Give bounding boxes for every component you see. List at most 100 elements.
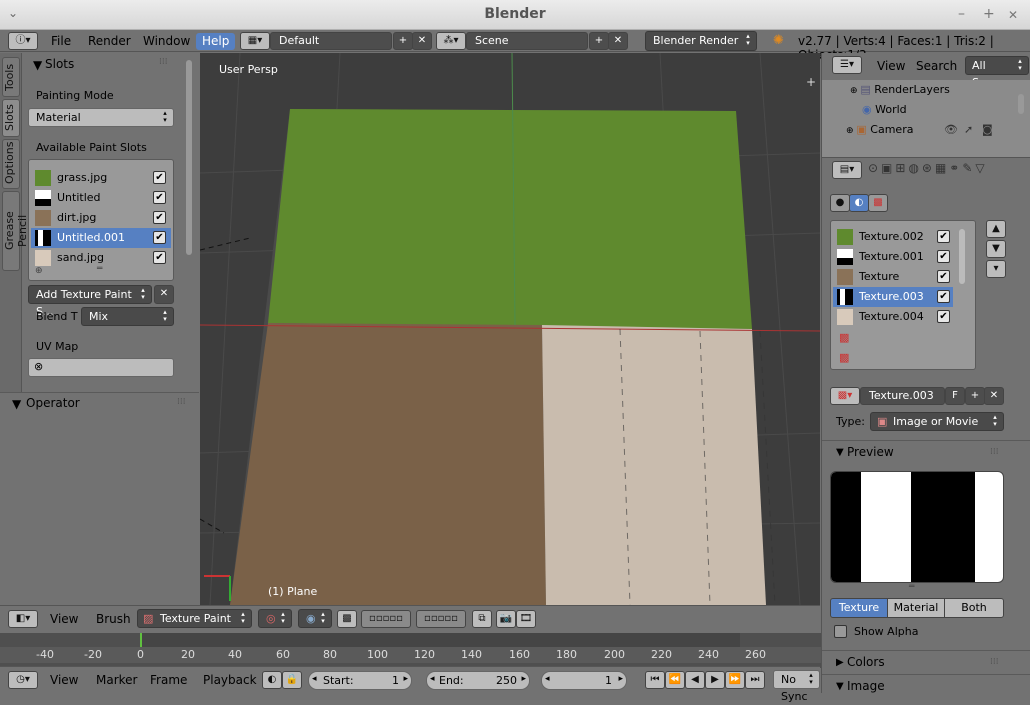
remove-layout-button[interactable]: ✕ [412, 32, 432, 50]
material-texture-icon[interactable]: ◐ [849, 194, 869, 212]
render-engine-dropdown[interactable]: Blender Render [645, 31, 757, 51]
layer-lock-icon[interactable]: ⧉ [472, 610, 492, 628]
texture-name-field[interactable]: Texture.003 [860, 387, 945, 405]
panel-drag-handle-icon[interactable]: ⁞⁞⁞ [990, 447, 999, 457]
add-layout-button[interactable]: + [393, 32, 413, 50]
outliner-scrollbar[interactable] [1018, 94, 1024, 114]
render-camera-icon[interactable]: 📷 [496, 610, 516, 628]
uv-map-field[interactable]: ⊗ [28, 358, 174, 377]
play-icon[interactable]: ▶ [705, 671, 725, 689]
colors-expand-icon[interactable]: ▶ [836, 657, 844, 668]
screen-layout-icon[interactable]: ▦▾ [240, 32, 270, 50]
menu-playback[interactable]: Playback [197, 672, 263, 689]
menu-frame[interactable]: Frame [144, 672, 193, 689]
minimize-button[interactable]: – [958, 6, 965, 22]
colors-panel-header[interactable]: ▶ Colors ⁞⁞⁞ [822, 650, 1030, 672]
brush-texture-icon[interactable]: ▩ [868, 194, 888, 212]
editor-type-outliner-icon[interactable]: ☰▾ [832, 56, 862, 74]
layers-left-grid[interactable]: ▫▫▫▫▫ [361, 610, 411, 628]
add-scene-button[interactable]: + [589, 32, 609, 50]
close-button[interactable]: ✕ [1008, 8, 1018, 22]
remove-slot-button[interactable]: ✕ [154, 285, 174, 304]
end-frame-field[interactable]: ◂ End: 250 ▸ [426, 671, 530, 690]
move-up-icon[interactable]: ▲ [986, 220, 1006, 238]
menu-search[interactable]: Search [910, 58, 963, 75]
texture-list-scrollbar[interactable] [959, 229, 965, 284]
list-item-selected[interactable]: Texture.003 ✔ [833, 287, 953, 307]
preview-tab-texture[interactable]: Texture [830, 598, 888, 618]
scene-field[interactable]: Scene [466, 32, 588, 50]
slot-checkbox[interactable]: ✔ [153, 251, 166, 264]
jump-start-icon[interactable]: ⏮ [645, 671, 665, 689]
editor-type-3d-icon[interactable]: ◧▾ [8, 610, 38, 628]
shading-dropdown[interactable]: ◎ [258, 609, 292, 628]
list-item[interactable]: Texture.001 ✔ [833, 247, 953, 267]
increment-icon[interactable]: ▸ [618, 674, 623, 684]
tree-item-world[interactable]: ◉ World [862, 100, 1022, 120]
current-frame-field[interactable]: ◂ 1 ▸ [541, 671, 627, 690]
texture-checkbox[interactable]: ✔ [937, 250, 950, 263]
expand-icon[interactable]: ⊕ [850, 86, 860, 96]
slot-checkbox[interactable]: ✔ [153, 231, 166, 244]
list-item[interactable]: Texture.004 ✔ [833, 307, 953, 327]
preview-collapse-icon[interactable]: ▼ [836, 447, 844, 458]
list-item[interactable]: dirt.jpg ✔ [31, 208, 171, 228]
blend-type-dropdown[interactable]: Mix [81, 307, 174, 326]
menu-view[interactable]: View [871, 58, 911, 75]
preview-resize-icon[interactable]: ═ [909, 582, 914, 592]
remove-scene-button[interactable]: ✕ [608, 32, 628, 50]
screen-layout-field[interactable]: Default [270, 32, 392, 50]
texture-checkbox[interactable]: ✔ [937, 310, 950, 323]
decrement-icon[interactable]: ◂ [545, 674, 550, 684]
tree-item-camera[interactable]: ⊕ ▣ Camera 👁 ➚ ◙ [846, 120, 1006, 140]
editor-type-timeline-icon[interactable]: ◷▾ [8, 671, 38, 689]
preview-tab-both[interactable]: Both [944, 598, 1004, 618]
menu-render[interactable]: Render [82, 33, 137, 50]
texture-type-dropdown[interactable]: ▣ Image or Movie [870, 412, 1004, 431]
operator-collapse-icon[interactable]: ▼ [12, 397, 21, 411]
list-resize-icon[interactable]: ⊕ [35, 266, 43, 276]
texture-checkbox[interactable]: ✔ [937, 230, 950, 243]
list-item[interactable]: grass.jpg ✔ [31, 168, 171, 188]
menu-brush[interactable]: Brush [90, 611, 137, 628]
operator-panel-header[interactable]: Operator [26, 396, 80, 410]
editor-type-info-icon[interactable]: ⓘ▾ [8, 32, 38, 50]
tab-options[interactable]: Options [2, 139, 20, 189]
panel-drag-handle-icon[interactable]: ⁞⁞⁞ [990, 657, 999, 667]
world-texture-icon[interactable]: ● [830, 194, 850, 212]
tree-item-renderlayers[interactable]: ⊕ ▤ RenderLayers [850, 80, 1020, 100]
keying-icon[interactable]: ◐ [262, 671, 282, 689]
sync-dropdown[interactable]: No Sync [773, 670, 820, 703]
outliner-scope-dropdown[interactable]: All Scenes [965, 56, 1029, 89]
mask-icon[interactable]: ▩ [337, 610, 357, 628]
scene-icon[interactable]: ⁂▾ [436, 32, 466, 50]
preview-tab-material[interactable]: Material [887, 598, 945, 618]
tool-shelf-scrollbar[interactable] [186, 60, 192, 255]
menu-view[interactable]: View [44, 611, 84, 628]
decrement-icon[interactable]: ◂ [312, 674, 317, 684]
prev-keyframe-icon[interactable]: ⏪ [665, 671, 685, 689]
tab-tools[interactable]: Tools [2, 57, 20, 97]
slots-panel-collapse-icon[interactable]: ▼ [33, 58, 42, 72]
fake-user-button[interactable]: F [945, 387, 965, 405]
increment-icon[interactable]: ▸ [521, 674, 526, 684]
properties-context-tabs[interactable]: ⊙▣⊞◍⊛▦⚭✎▽ [868, 161, 1028, 181]
start-frame-field[interactable]: ◂ Start: 1 ▸ [308, 671, 412, 690]
texture-checkbox[interactable]: ✔ [937, 290, 950, 303]
list-item[interactable]: Texture ✔ [833, 267, 953, 287]
specials-icon[interactable]: ▾ [986, 260, 1006, 278]
layers-right-grid[interactable]: ▫▫▫▫▫ [416, 610, 466, 628]
lock-icon[interactable]: 🔒 [282, 671, 302, 689]
decrement-icon[interactable]: ◂ [430, 674, 435, 684]
painting-mode-dropdown[interactable]: Material [28, 108, 174, 127]
mode-dropdown[interactable]: ▨ Texture Paint [137, 609, 252, 628]
list-item[interactable]: Texture.002 ✔ [833, 227, 953, 247]
3d-viewport[interactable]: User Persp (1) Plane + [200, 53, 820, 605]
expand-icon[interactable]: ⊕ [846, 126, 856, 136]
selectable-cursor-icon[interactable]: ➚ [964, 120, 973, 140]
panel-drag-handle-icon[interactable]: ⁞⁞⁞ [177, 397, 186, 407]
menu-file[interactable]: File [45, 33, 77, 50]
panel-drag-handle-icon[interactable]: ⁞⁞⁞ [159, 57, 168, 67]
list-grip-icon[interactable]: ═ [97, 264, 102, 274]
menu-marker[interactable]: Marker [90, 672, 143, 689]
